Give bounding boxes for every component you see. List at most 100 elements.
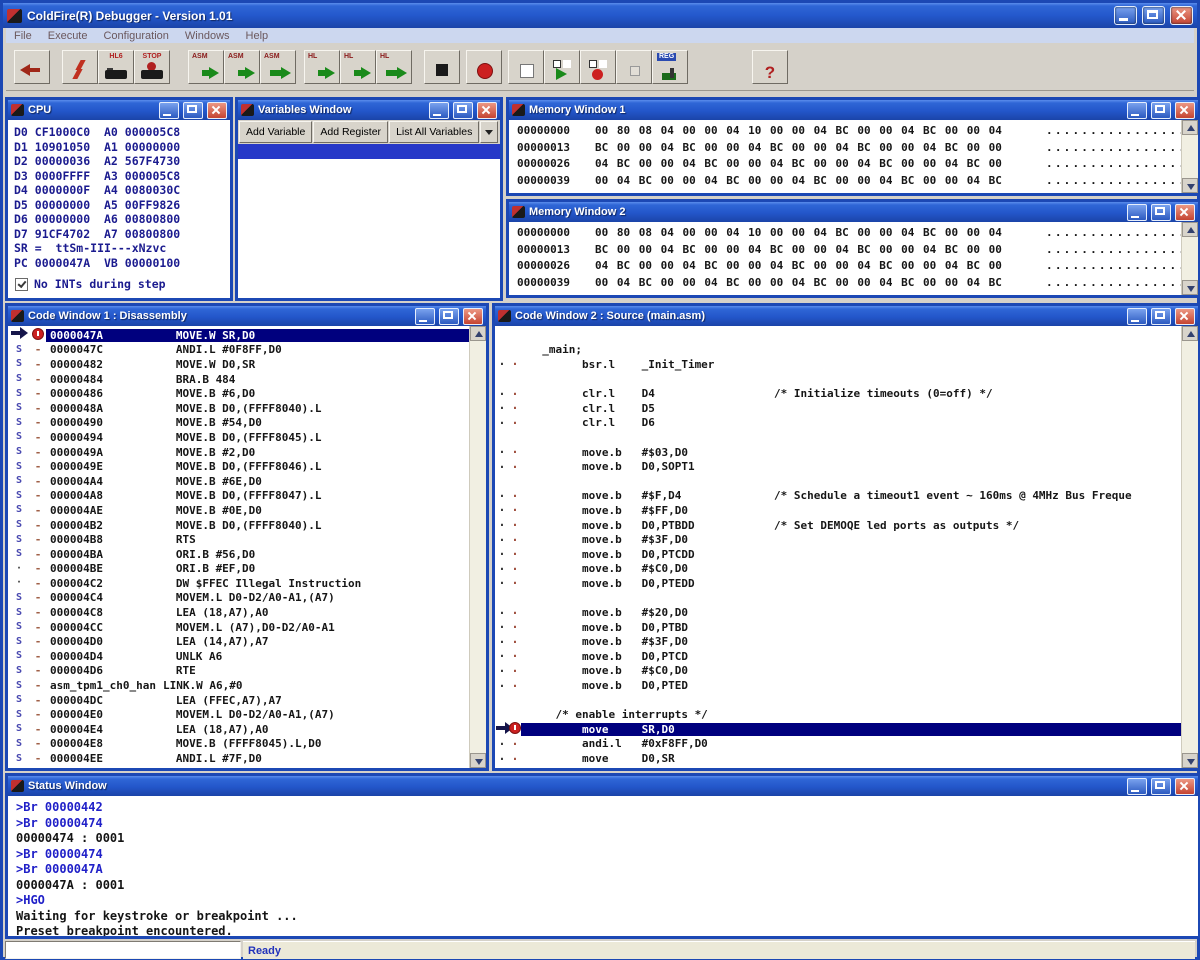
scroll-up-button[interactable] bbox=[1182, 120, 1198, 135]
source-row[interactable]: _main; bbox=[495, 343, 1182, 358]
memory1-minimize-button[interactable] bbox=[1127, 102, 1147, 119]
source-row[interactable]: move SR,D0 bbox=[495, 722, 1182, 737]
disassembly-row[interactable]: S-000004EEANDI.L #7F,D0 bbox=[8, 751, 470, 766]
cpu-maximize-button[interactable] bbox=[183, 102, 203, 119]
vertical-scrollbar[interactable] bbox=[1181, 326, 1198, 768]
cpu-close-button[interactable] bbox=[207, 102, 227, 119]
source-row[interactable]: ·· move.b D0,PTBD bbox=[495, 620, 1182, 635]
cc-run-button[interactable] bbox=[544, 50, 580, 84]
add-register-button[interactable]: Add Register bbox=[313, 121, 388, 143]
memory2-close-button[interactable] bbox=[1175, 204, 1195, 221]
cc-stop-button[interactable] bbox=[580, 50, 616, 84]
source-row[interactable] bbox=[495, 328, 1182, 343]
scroll-down-button[interactable] bbox=[1182, 178, 1198, 193]
disassembly-row[interactable]: S-000004D6RTE bbox=[8, 664, 470, 679]
source-row[interactable]: ·· clr.l D6 bbox=[495, 416, 1182, 431]
code1-minimize-button[interactable] bbox=[415, 308, 435, 325]
code2-maximize-button[interactable] bbox=[1151, 308, 1171, 325]
disassembly-row[interactable]: ·-000004C2DW $FFEC Illegal Instruction bbox=[8, 576, 470, 591]
cpu-window-title-bar[interactable]: CPU bbox=[8, 100, 230, 120]
minimize-button[interactable] bbox=[1114, 6, 1137, 25]
variables-maximize-button[interactable] bbox=[453, 102, 473, 119]
disassembly-row[interactable]: S-000004C4MOVEM.L D0-D2/A0-A1,(A7) bbox=[8, 591, 470, 606]
source-row[interactable] bbox=[495, 430, 1182, 445]
disassembly-row[interactable]: S-000004D4UNLK A6 bbox=[8, 649, 470, 664]
disassembly-row[interactable]: S-000004E8MOVE.B (FFFF8045).L,D0 bbox=[8, 737, 470, 752]
main-title-bar[interactable]: ColdFire(R) Debugger - Version 1.01 bbox=[3, 3, 1197, 28]
disassembly-row[interactable]: S-00000486MOVE.B #6,D0 bbox=[8, 386, 470, 401]
variables-selected-row[interactable] bbox=[238, 144, 500, 159]
disassembly-row[interactable]: S-0000049EMOVE.B D0,(FFFF8046).L bbox=[8, 459, 470, 474]
scroll-up-button[interactable] bbox=[470, 326, 486, 341]
source-row[interactable]: ·· move D0,SR bbox=[495, 751, 1182, 766]
memory2-title-bar[interactable]: Memory Window 2 bbox=[509, 202, 1198, 222]
disassembly-row[interactable]: S-000004C8LEA (18,A7),A0 bbox=[8, 605, 470, 620]
disassembly-row[interactable]: S-000004DCLEA (FFEC,A7),A7 bbox=[8, 693, 470, 708]
hl-step-over-button[interactable]: HL bbox=[340, 50, 376, 84]
disassembly-row[interactable]: S-000004A8MOVE.B D0,(FFFF8047).L bbox=[8, 489, 470, 504]
add-variable-button[interactable]: Add Variable bbox=[239, 121, 312, 143]
code2-title-bar[interactable]: Code Window 2 : Source (main.asm) bbox=[495, 306, 1198, 326]
source-row[interactable]: ·· clr.l D4 /* Initialize timeouts (0=of… bbox=[495, 386, 1182, 401]
source-row[interactable]: ·· move.b #$F,D4 /* Schedule a timeout1 … bbox=[495, 489, 1182, 504]
source-row[interactable]: /* enable interrupts */ bbox=[495, 707, 1182, 722]
source-row[interactable]: ·· move.b D0,PTCDD bbox=[495, 547, 1182, 562]
asm-step-over-button[interactable]: ASM bbox=[224, 50, 260, 84]
no-ints-checkbox[interactable] bbox=[15, 278, 28, 291]
variables-window-title-bar[interactable]: Variables Window bbox=[238, 100, 500, 120]
disassembly-row[interactable]: S-000004E4LEA (18,A7),A0 bbox=[8, 722, 470, 737]
close-button[interactable] bbox=[1170, 6, 1193, 25]
source-row[interactable]: ·· move.b #$3F,D0 bbox=[495, 532, 1182, 547]
menu-windows[interactable]: Windows bbox=[185, 30, 230, 42]
vertical-scrollbar[interactable] bbox=[469, 326, 486, 768]
registers-button[interactable]: REG bbox=[652, 50, 688, 84]
source-row[interactable] bbox=[495, 693, 1182, 708]
help-button[interactable]: ? bbox=[752, 50, 788, 84]
disassembly-row[interactable]: S-00000490MOVE.B #54,D0 bbox=[8, 416, 470, 431]
status-maximize-button[interactable] bbox=[1151, 778, 1171, 795]
code1-title-bar[interactable]: Code Window 1 : Disassembly bbox=[8, 306, 486, 326]
clear-marker-button[interactable] bbox=[508, 50, 544, 84]
command-input[interactable] bbox=[5, 941, 241, 959]
scroll-up-button[interactable] bbox=[1182, 326, 1198, 341]
source-row[interactable]: ·· move.b D0,PTEDD bbox=[495, 576, 1182, 591]
disassembly-row[interactable]: ·-000004BEORI.B #EF,D0 bbox=[8, 562, 470, 577]
list-all-variables-button[interactable]: List All Variables bbox=[389, 121, 479, 143]
variables-close-button[interactable] bbox=[477, 102, 497, 119]
source-row[interactable]: ·· move.b D0,PTED bbox=[495, 678, 1182, 693]
breakpoint-button[interactable] bbox=[466, 50, 502, 84]
memory1-title-bar[interactable]: Memory Window 1 bbox=[509, 100, 1198, 120]
source-row[interactable] bbox=[495, 372, 1182, 387]
scroll-down-button[interactable] bbox=[1182, 753, 1198, 768]
variables-dropdown-button[interactable] bbox=[480, 121, 498, 143]
load-target-button[interactable]: HL6 bbox=[98, 50, 134, 84]
disassembly-row[interactable]: S-00000484BRA.B 484 bbox=[8, 372, 470, 387]
disassembly-row[interactable]: S-0000049AMOVE.B #2,D0 bbox=[8, 445, 470, 460]
disassembly-row[interactable]: S-000004A4MOVE.B #6E,D0 bbox=[8, 474, 470, 489]
disassembly-row[interactable]: S-000004D0LEA (14,A7),A7 bbox=[8, 634, 470, 649]
stop-target-button[interactable]: STOP bbox=[134, 50, 170, 84]
source-row[interactable]: ·· move.b #$20,D0 bbox=[495, 605, 1182, 620]
source-row[interactable]: ·· move.b #$3F,D0 bbox=[495, 634, 1182, 649]
code2-minimize-button[interactable] bbox=[1127, 308, 1147, 325]
disassembly-row[interactable]: S-00000482MOVE.W D0,SR bbox=[8, 357, 470, 372]
disassembly-row[interactable]: S-asm_tpm1_ch0_hanLINK.W A6,#0 bbox=[8, 678, 470, 693]
status-close-button[interactable] bbox=[1175, 778, 1195, 795]
disassembly-row[interactable]: S-000004E0MOVEM.L D0-D2/A0-A1,(A7) bbox=[8, 707, 470, 722]
variables-minimize-button[interactable] bbox=[429, 102, 449, 119]
hl-step-into-button[interactable]: HL bbox=[304, 50, 340, 84]
scroll-down-button[interactable] bbox=[470, 753, 486, 768]
no-ints-checkbox-row[interactable]: No INTs during step bbox=[14, 277, 224, 291]
status-title-bar[interactable]: Status Window bbox=[8, 776, 1198, 796]
status-minimize-button[interactable] bbox=[1127, 778, 1147, 795]
asm-step-into-button[interactable]: ASM bbox=[188, 50, 224, 84]
menu-help[interactable]: Help bbox=[246, 30, 269, 42]
source-row[interactable]: ·· clr.l D5 bbox=[495, 401, 1182, 416]
disassembly-row[interactable]: S-00000494MOVE.B D0,(FFFF8045).L bbox=[8, 430, 470, 445]
memory2-minimize-button[interactable] bbox=[1127, 204, 1147, 221]
disassembly-row[interactable]: S-000004AEMOVE.B #0E,D0 bbox=[8, 503, 470, 518]
source-row[interactable] bbox=[495, 474, 1182, 489]
asm-run-button[interactable]: ASM bbox=[260, 50, 296, 84]
memory2-maximize-button[interactable] bbox=[1151, 204, 1171, 221]
code1-maximize-button[interactable] bbox=[439, 308, 459, 325]
